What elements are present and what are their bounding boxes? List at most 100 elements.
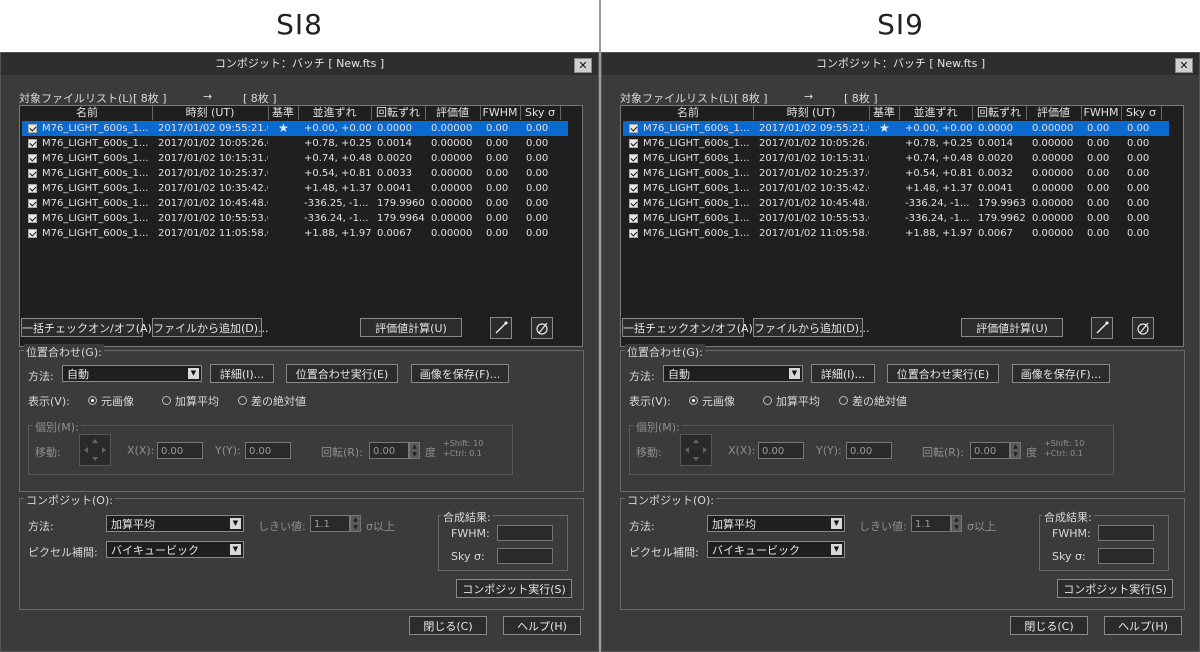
- table-row[interactable]: M76_LIGHT_600s_1... 2017/01/02 09:55:21.0…: [623, 121, 1169, 136]
- row-checkbox[interactable]: [629, 184, 638, 193]
- move-pad-icon[interactable]: [79, 434, 111, 466]
- close-button[interactable]: 閉じる(C): [409, 616, 487, 635]
- column-header[interactable]: FWHM: [480, 106, 521, 120]
- table-row[interactable]: M76_LIGHT_600s_1... 2017/01/02 10:05:26.0…: [623, 136, 1169, 151]
- star-measure-icon[interactable]: [531, 317, 553, 339]
- table-row[interactable]: M76_LIGHT_600s_1... 2017/01/02 10:25:37.0…: [22, 166, 568, 181]
- table-row[interactable]: M76_LIGHT_600s_1... 2017/01/02 11:05:58.0…: [22, 226, 568, 241]
- column-header[interactable]: 基準: [268, 106, 299, 120]
- rotation-spinner-icon[interactable]: ▲ ▼: [1010, 442, 1021, 459]
- close-button[interactable]: 閉じる(C): [1010, 616, 1088, 635]
- file-list[interactable]: 名前 時刻 (UT) 基準 並進ずれ 回転ずれ 評価値 FWHM Sky σ M76_LIGH…: [19, 105, 583, 347]
- y-field[interactable]: 0.00: [846, 442, 892, 459]
- row-checkbox[interactable]: [28, 214, 37, 223]
- row-checkbox[interactable]: [629, 229, 638, 238]
- row-checkbox[interactable]: [629, 154, 638, 163]
- table-row[interactable]: M76_LIGHT_600s_1... 2017/01/02 10:25:37.0…: [623, 166, 1169, 181]
- display-radio-average[interactable]: [162, 396, 171, 405]
- table-row[interactable]: M76_LIGHT_600s_1... 2017/01/02 10:15:31.0…: [22, 151, 568, 166]
- display-radio-absdiff[interactable]: [238, 396, 247, 405]
- star-measure-icon[interactable]: [1132, 317, 1154, 339]
- display-radio-absdiff[interactable]: [839, 396, 848, 405]
- column-header[interactable]: Sky σ: [1121, 106, 1162, 120]
- interpolation-select[interactable]: バイキュービック ▼: [707, 541, 845, 558]
- y-field[interactable]: 0.00: [245, 442, 291, 459]
- table-row[interactable]: M76_LIGHT_600s_1... 2017/01/02 11:05:58.0…: [623, 226, 1169, 241]
- close-icon[interactable]: ✕: [574, 58, 592, 73]
- rotation-spinner-icon[interactable]: ▲ ▼: [409, 442, 420, 459]
- toggle-all-button[interactable]: 一括チェックオン/オフ(A): [21, 318, 152, 337]
- move-pad-icon[interactable]: [680, 434, 712, 466]
- row-checkbox[interactable]: [28, 169, 37, 178]
- table-row[interactable]: M76_LIGHT_600s_1... 2017/01/02 09:55:21.0…: [22, 121, 568, 136]
- column-header[interactable]: 並進ずれ: [899, 106, 973, 120]
- column-header[interactable]: 回転ずれ: [371, 106, 426, 120]
- display-radio-original[interactable]: [689, 396, 698, 405]
- column-header[interactable]: 名前: [623, 106, 754, 120]
- column-header[interactable]: 基準: [869, 106, 900, 120]
- threshold-spinner-icon[interactable]: ▲ ▼: [350, 515, 361, 532]
- column-header[interactable]: 時刻 (UT): [753, 106, 870, 120]
- table-row[interactable]: M76_LIGHT_600s_1... 2017/01/02 10:35:42.0…: [22, 181, 568, 196]
- table-row[interactable]: M76_LIGHT_600s_1... 2017/01/02 10:55:53.0…: [22, 211, 568, 226]
- close-icon[interactable]: ✕: [1175, 58, 1193, 73]
- interpolation-select[interactable]: バイキュービック ▼: [106, 541, 244, 558]
- row-checkbox[interactable]: [629, 169, 638, 178]
- calc-score-button[interactable]: 評価値計算(U): [360, 318, 462, 337]
- column-header[interactable]: 時刻 (UT): [152, 106, 269, 120]
- column-header[interactable]: 名前: [22, 106, 153, 120]
- add-from-file-button[interactable]: ファイルから追加(D)...: [753, 318, 870, 337]
- display-radio-average[interactable]: [763, 396, 772, 405]
- threshold-spinner-icon[interactable]: ▲ ▼: [951, 515, 962, 532]
- threshold-field[interactable]: 1.1: [310, 515, 350, 532]
- detail-button[interactable]: 詳細(I)...: [210, 364, 274, 383]
- row-checkbox[interactable]: [28, 154, 37, 163]
- row-checkbox[interactable]: [28, 139, 37, 148]
- row-checkbox[interactable]: [629, 199, 638, 208]
- rotation-field[interactable]: 0.00: [970, 442, 1010, 459]
- save-image-button[interactable]: 画像を保存(F)...: [411, 364, 509, 383]
- column-header[interactable]: 回転ずれ: [972, 106, 1027, 120]
- file-list[interactable]: 名前 時刻 (UT) 基準 並進ずれ 回転ずれ 評価値 FWHM Sky σ M76_LIGH…: [620, 105, 1184, 347]
- column-header[interactable]: 評価値: [425, 106, 481, 120]
- column-header[interactable]: Sky σ: [520, 106, 561, 120]
- threshold-field[interactable]: 1.1: [911, 515, 951, 532]
- row-checkbox[interactable]: [629, 214, 638, 223]
- table-row[interactable]: M76_LIGHT_600s_1... 2017/01/02 10:05:26.0…: [22, 136, 568, 151]
- detail-button[interactable]: 詳細(I)...: [811, 364, 875, 383]
- row-checkbox[interactable]: [28, 124, 37, 133]
- rotation-field[interactable]: 0.00: [369, 442, 409, 459]
- run-alignment-button[interactable]: 位置合わせ実行(E): [887, 364, 999, 383]
- composite-method-select[interactable]: 加算平均 ▼: [106, 515, 244, 532]
- method-select[interactable]: 自動 ▼: [663, 365, 803, 382]
- table-row[interactable]: M76_LIGHT_600s_1... 2017/01/02 10:45:48.0…: [22, 196, 568, 211]
- star-brush-icon[interactable]: [1091, 317, 1113, 339]
- column-header[interactable]: 並進ずれ: [298, 106, 372, 120]
- row-checkbox[interactable]: [28, 199, 37, 208]
- row-checkbox[interactable]: [28, 184, 37, 193]
- column-header[interactable]: 評価値: [1026, 106, 1082, 120]
- save-image-button[interactable]: 画像を保存(F)...: [1012, 364, 1110, 383]
- row-checkbox[interactable]: [629, 139, 638, 148]
- method-select[interactable]: 自動 ▼: [62, 365, 202, 382]
- row-checkbox[interactable]: [629, 124, 638, 133]
- run-composite-button[interactable]: コンポジット実行(S): [1057, 579, 1173, 598]
- star-brush-icon[interactable]: [490, 317, 512, 339]
- add-from-file-button[interactable]: ファイルから追加(D)...: [152, 318, 269, 337]
- run-composite-button[interactable]: コンポジット実行(S): [456, 579, 572, 598]
- table-row[interactable]: M76_LIGHT_600s_1... 2017/01/02 10:55:53.0…: [623, 211, 1169, 226]
- help-button[interactable]: ヘルプ(H): [1104, 616, 1182, 635]
- calc-score-button[interactable]: 評価値計算(U): [961, 318, 1063, 337]
- composite-method-select[interactable]: 加算平均 ▼: [707, 515, 845, 532]
- table-row[interactable]: M76_LIGHT_600s_1... 2017/01/02 10:45:48.0…: [623, 196, 1169, 211]
- toggle-all-button[interactable]: 一括チェックオン/オフ(A): [622, 318, 753, 337]
- x-field[interactable]: 0.00: [758, 442, 804, 459]
- table-row[interactable]: M76_LIGHT_600s_1... 2017/01/02 10:35:42.0…: [623, 181, 1169, 196]
- x-field[interactable]: 0.00: [157, 442, 203, 459]
- help-button[interactable]: ヘルプ(H): [503, 616, 581, 635]
- table-row[interactable]: M76_LIGHT_600s_1... 2017/01/02 10:15:31.0…: [623, 151, 1169, 166]
- row-checkbox[interactable]: [28, 229, 37, 238]
- column-header[interactable]: FWHM: [1081, 106, 1122, 120]
- run-alignment-button[interactable]: 位置合わせ実行(E): [286, 364, 398, 383]
- display-radio-original[interactable]: [88, 396, 97, 405]
